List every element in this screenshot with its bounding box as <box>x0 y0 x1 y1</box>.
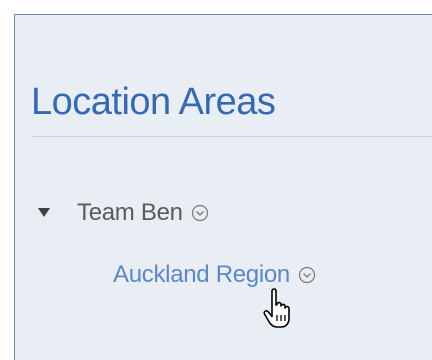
location-areas-panel: Location Areas Team Ben Auckland Region <box>14 14 432 360</box>
caret-down-icon[interactable] <box>37 206 51 220</box>
tree-node-region: Auckland Region <box>113 261 316 289</box>
page-title: Location Areas <box>31 81 276 123</box>
title-divider <box>31 136 432 137</box>
chevron-down-circle-icon[interactable] <box>191 204 209 222</box>
screen: Location Areas Team Ben Auckland Region <box>0 0 432 360</box>
chevron-down-circle-icon[interactable] <box>298 266 316 284</box>
tree-node-region-label[interactable]: Auckland Region <box>113 261 290 289</box>
tree-node-team: Team Ben <box>37 199 209 227</box>
hand-pointer-icon <box>262 288 296 332</box>
tree-node-team-label[interactable]: Team Ben <box>77 199 183 227</box>
